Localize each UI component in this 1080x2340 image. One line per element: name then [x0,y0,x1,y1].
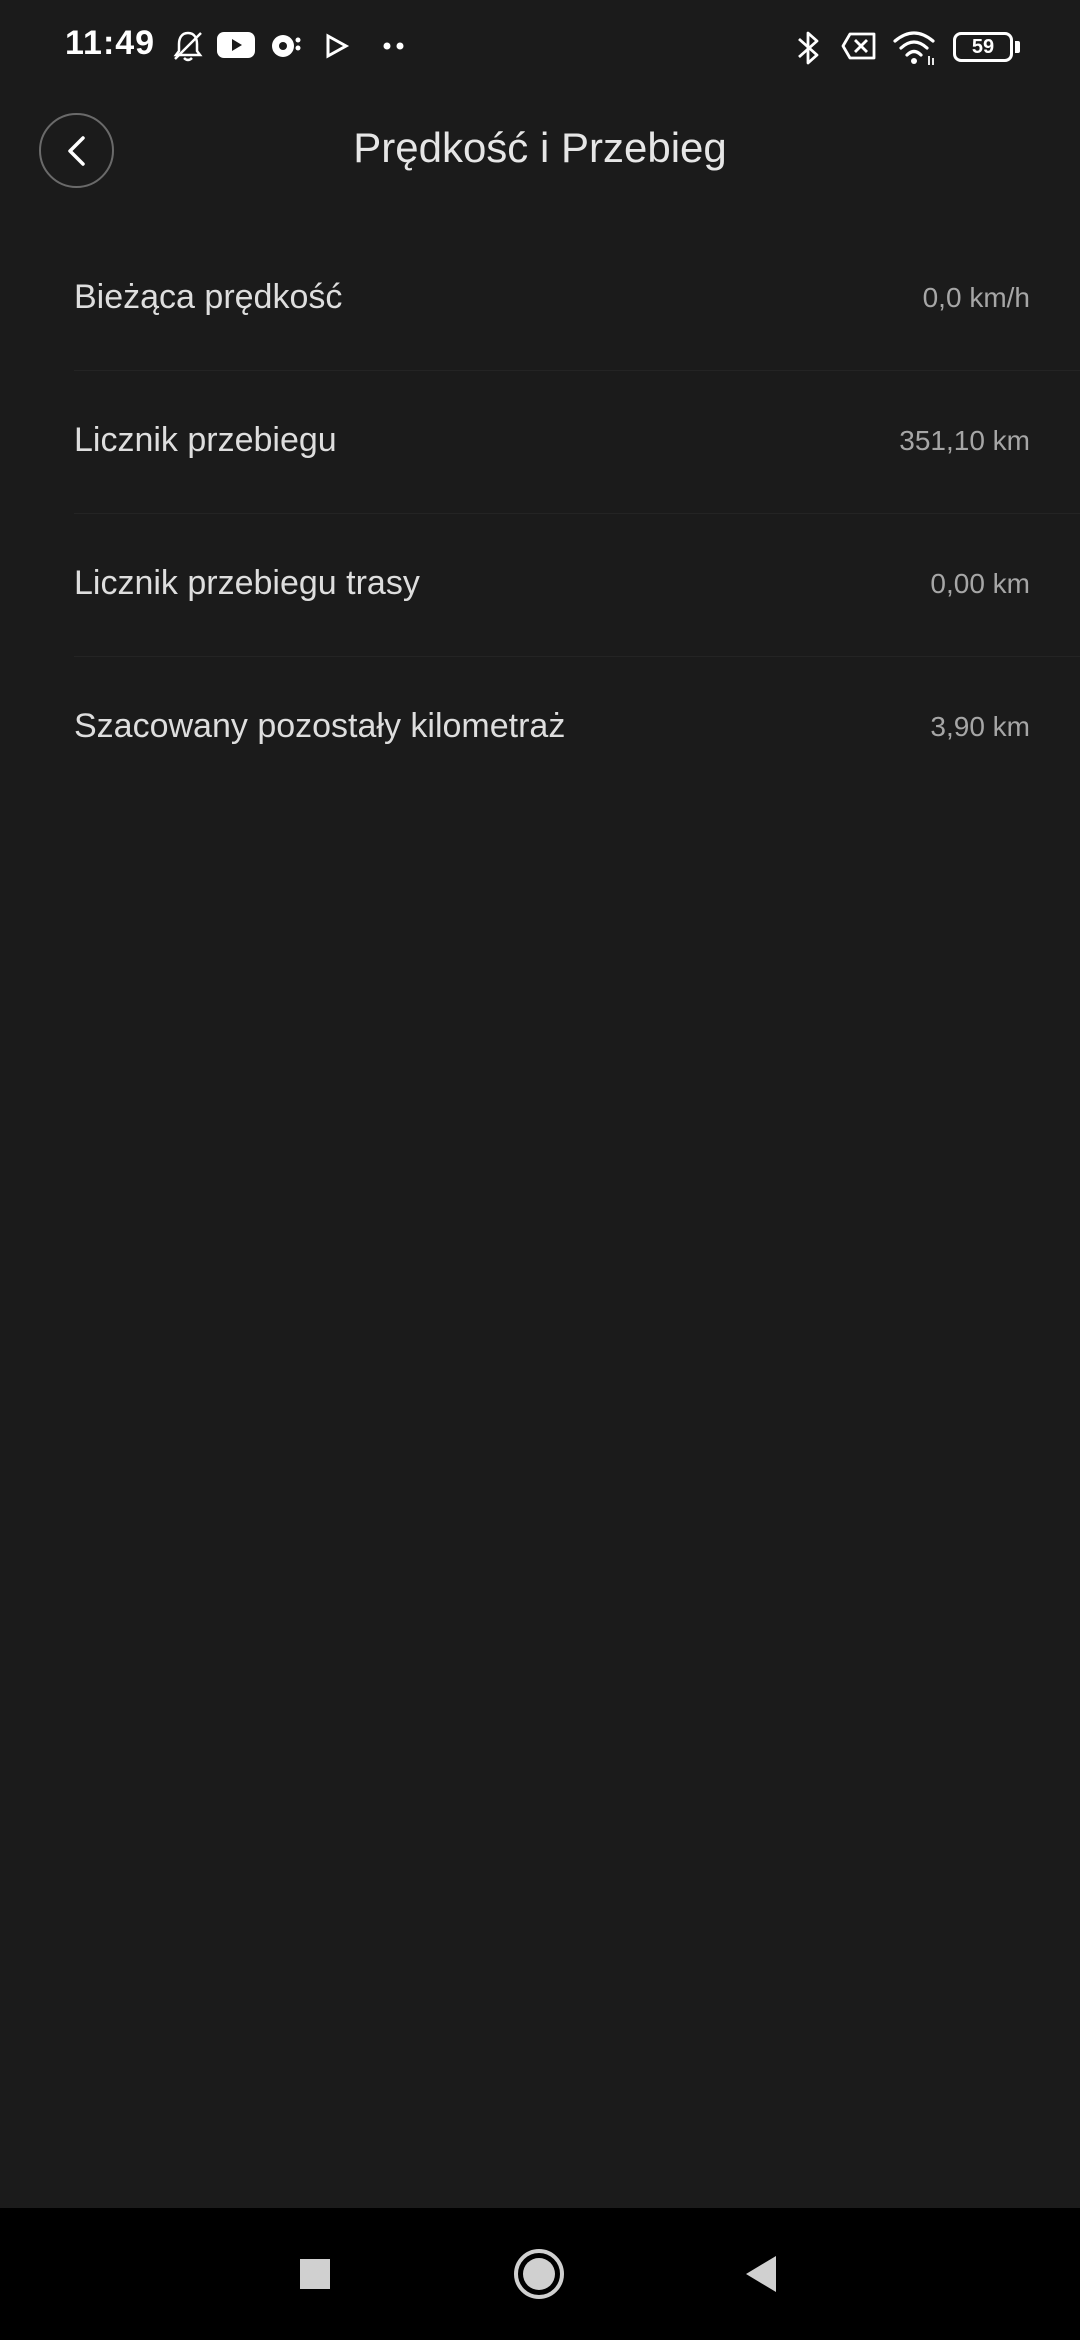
list-item-value: 0,0 km/h [922,282,1030,313]
battery-level: 59 [971,35,995,58]
list-item-label: Szacowany pozostały kilometraż [74,707,566,745]
list-item-trip-meter: Licznik przebiegu trasy 0,00 km [74,514,1080,657]
status-bar: 11:49 59 [0,0,1080,95]
list-item-value: 0,00 km [930,568,1030,599]
youtube-icon [216,30,256,65]
list-item-label: Licznik przebiegu [74,421,337,459]
list-item-label: Licznik przebiegu trasy [74,564,420,602]
back-triangle-icon [746,2256,776,2292]
recents-button[interactable] [255,2208,375,2340]
list-item-current-speed: Bieżąca prędkość 0,0 km/h [74,228,1080,371]
info-list: Bieżąca prędkość 0,0 km/h Licznik przebi… [0,228,1080,800]
recents-square-icon [300,2259,330,2289]
battery-icon: 59 [953,32,1013,62]
screen: 11:49 59 Prędkość i Przebieg Bieżąca prę… [0,0,1080,2340]
home-circle-icon [514,2249,564,2299]
back-nav-button[interactable] [700,2208,820,2340]
play-store-icon [322,28,352,69]
navigation-bar [0,2208,1080,2340]
no-sim-icon [840,28,880,69]
status-time: 11:49 [65,24,156,62]
page-title: Prędkość i Przebieg [353,124,727,171]
home-button[interactable] [479,2208,599,2340]
battery-tip [1015,41,1020,53]
list-item-label: Bieżąca prędkość [74,278,343,316]
list-item-odometer: Licznik przebiegu 351,10 km [74,371,1080,514]
list-item-remaining-range: Szacowany pozostały kilometraż 3,90 km [74,657,1080,800]
list-item-value: 351,10 km [899,425,1030,456]
bell-off-icon [170,28,206,69]
list-item-value: 3,90 km [930,711,1030,742]
wifi-icon [892,28,938,73]
app-notification-icon [268,28,304,69]
bluetooth-icon [790,28,826,73]
more-dots-icon [380,28,410,69]
